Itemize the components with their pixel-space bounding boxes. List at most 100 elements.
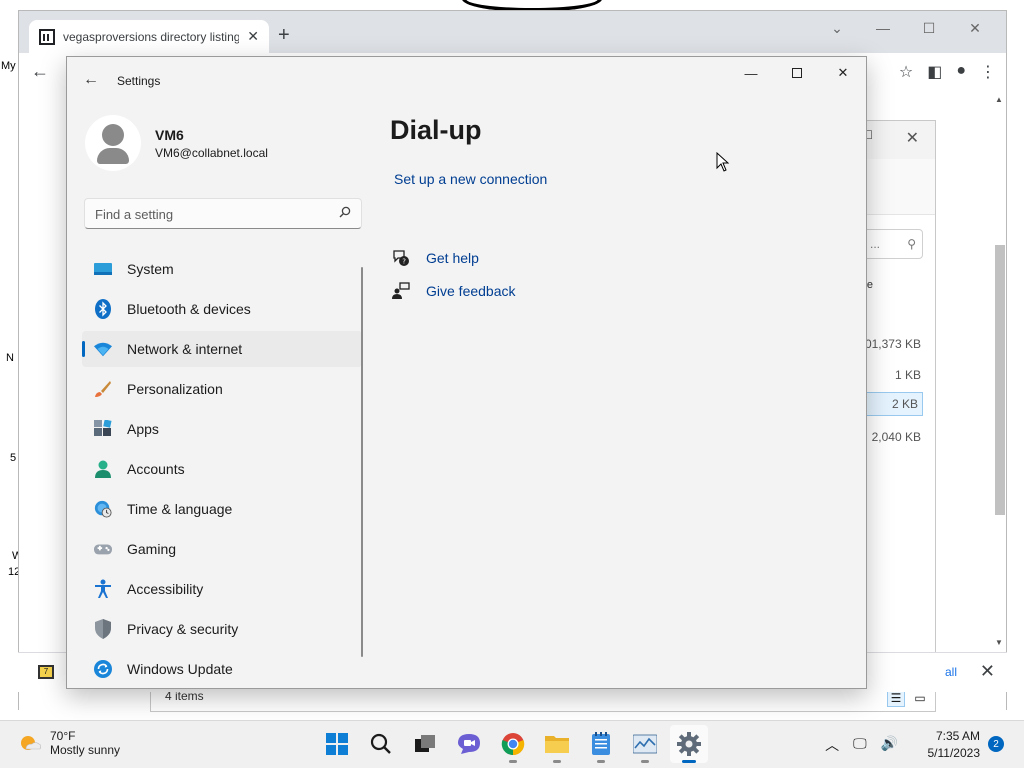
system-tray: ︿ 🖵 🔊 (825, 735, 898, 755)
close-button[interactable]: ✕ (906, 128, 919, 148)
menu-icon[interactable]: ⋮ (980, 62, 996, 82)
avatar (85, 115, 141, 171)
svg-text:?: ? (402, 257, 406, 265)
settings-titlebar: ← Settings — ✕ (67, 57, 866, 105)
clock[interactable]: 7:35 AM 5/11/2023 (928, 728, 981, 762)
page-scrollbar[interactable]: ▲ ▼ (993, 95, 1005, 647)
search-icon (339, 206, 351, 218)
window-title: Settings (117, 74, 161, 88)
minimize-button[interactable]: — (728, 57, 774, 89)
browser-tab[interactable]: vegasproversions directory listing ✕ (29, 20, 269, 53)
sidebar-item-gaming[interactable]: Gaming (82, 531, 362, 567)
minimize-button[interactable]: — (860, 15, 906, 41)
sidebar-item-label: Privacy & security (127, 621, 239, 637)
tab-title: vegasproversions directory listing (63, 29, 240, 44)
new-tab-button[interactable]: + (278, 24, 290, 47)
network-status-icon[interactable]: 🖵 (853, 735, 867, 755)
give-feedback-link[interactable]: Give feedback (392, 274, 516, 307)
shield-icon (94, 619, 112, 639)
search-icon (370, 733, 391, 754)
back-arrow-icon[interactable]: ← (83, 71, 99, 89)
chrome-button[interactable] (494, 725, 532, 763)
brush-icon (94, 380, 112, 398)
notification-badge[interactable]: 2 (988, 736, 1004, 752)
close-button[interactable]: ✕ (820, 57, 866, 89)
side-panel-icon[interactable]: ◧ (927, 62, 942, 82)
scroll-thumb[interactable] (995, 245, 1005, 515)
chat-icon (458, 734, 480, 754)
settings-window: ← Settings — ✕ VM6 VM6@collabnet.local F… (66, 56, 867, 689)
file-explorer-button[interactable] (538, 725, 576, 763)
maximize-button[interactable]: ☐ (906, 15, 952, 41)
column-header[interactable]: e (867, 279, 873, 291)
chevron-up-icon[interactable]: ︿ (825, 735, 839, 755)
desktop-icon-label[interactable]: N (6, 352, 14, 364)
sidebar-item-time-language[interactable]: Time & language (82, 491, 362, 527)
settings-button[interactable] (670, 725, 708, 763)
sidebar-item-network[interactable]: Network & internet (82, 331, 362, 367)
sidebar-item-label: Apps (127, 421, 159, 437)
setup-connection-link[interactable]: Set up a new connection (394, 171, 547, 187)
file-size[interactable]: 401,373 KB (858, 337, 921, 351)
sidebar-item-label: Accounts (127, 461, 185, 477)
maximize-button[interactable] (774, 57, 820, 89)
desktop-icon-label[interactable]: 5 (10, 452, 16, 464)
settings-search-input[interactable]: Find a setting (84, 198, 362, 229)
task-manager-button[interactable] (626, 725, 664, 763)
settings-nav: System Bluetooth & devices Network & int… (82, 251, 362, 688)
start-button[interactable] (318, 725, 356, 763)
sidebar-item-accessibility[interactable]: Accessibility (82, 571, 362, 607)
sidebar-item-label: Accessibility (127, 581, 204, 597)
taskbar-apps (318, 725, 708, 763)
tab-search-icon[interactable]: ⌄ (814, 15, 860, 41)
windows-logo-icon (326, 733, 348, 755)
sidebar-item-windows-update[interactable]: Windows Update (82, 651, 362, 687)
window-controls: — ✕ (728, 57, 866, 89)
gear-icon (677, 732, 701, 756)
tab-close-icon[interactable]: ✕ (247, 28, 259, 45)
folder-icon (545, 736, 569, 753)
sidebar-item-privacy-security[interactable]: Privacy & security (82, 611, 362, 647)
nav-scrollbar[interactable] (361, 267, 363, 657)
sidebar-item-accounts[interactable]: Accounts (82, 451, 362, 487)
get-help-link[interactable]: ? Get help (392, 241, 516, 274)
file-size-selected[interactable]: 2 KB (865, 392, 923, 416)
sidebar-item-bluetooth[interactable]: Bluetooth & devices (82, 291, 362, 327)
sunny-weather-icon (21, 736, 42, 750)
volume-icon[interactable]: 🔊 (881, 735, 898, 755)
file-size[interactable]: 1 KB (895, 368, 921, 382)
user-profile[interactable]: VM6 VM6@collabnet.local (85, 115, 365, 175)
page-title: Dial-up (390, 115, 482, 145)
download-bar-close-icon[interactable]: ✕ (980, 661, 995, 682)
sidebar-item-apps[interactable]: Apps (82, 411, 362, 447)
scroll-up-arrow-icon[interactable]: ▲ (995, 95, 1003, 104)
desktop-icon-label[interactable]: My (1, 60, 16, 72)
sidebar-item-label: Network & internet (127, 341, 243, 357)
file-size[interactable]: 2,040 KB (872, 430, 921, 444)
bluetooth-icon (94, 299, 112, 319)
close-button[interactable]: ✕ (952, 15, 998, 41)
sidebar-item-label: Gaming (127, 541, 177, 557)
download-file-icon[interactable]: 7 (38, 665, 54, 679)
desktop: My N 5 W 12 vegasproversions directory l… (0, 0, 1024, 720)
chat-button[interactable] (450, 725, 488, 763)
scroll-down-arrow-icon[interactable]: ▼ (995, 638, 1003, 647)
chrome-window-controls: ⌄ — ☐ ✕ (814, 15, 998, 41)
bookmark-star-icon[interactable]: ☆ (899, 62, 913, 82)
browser-back-button[interactable]: ← (31, 61, 49, 82)
show-all-link[interactable]: all (945, 665, 957, 679)
taskbar: 70°F Mostly sunny ︿ 🖵 🔊 7:35 AM 5/11/202… (0, 720, 1024, 768)
weather-widget[interactable]: 70°F Mostly sunny (18, 729, 120, 757)
system-icon (94, 260, 112, 278)
sidebar-item-system[interactable]: System (82, 251, 362, 287)
search-button[interactable] (362, 725, 400, 763)
sidebar-item-personalization[interactable]: Personalization (82, 371, 362, 407)
search-icon: ⚲ (907, 237, 916, 251)
user-email: VM6@collabnet.local (155, 146, 268, 160)
apps-icon (94, 420, 112, 438)
help-links: ? Get help Give feedback (392, 241, 516, 307)
task-view-button[interactable] (406, 725, 444, 763)
profile-icon[interactable]: ● (956, 62, 966, 82)
notepad-button[interactable] (582, 725, 620, 763)
sidebar-item-label: Personalization (127, 381, 223, 397)
